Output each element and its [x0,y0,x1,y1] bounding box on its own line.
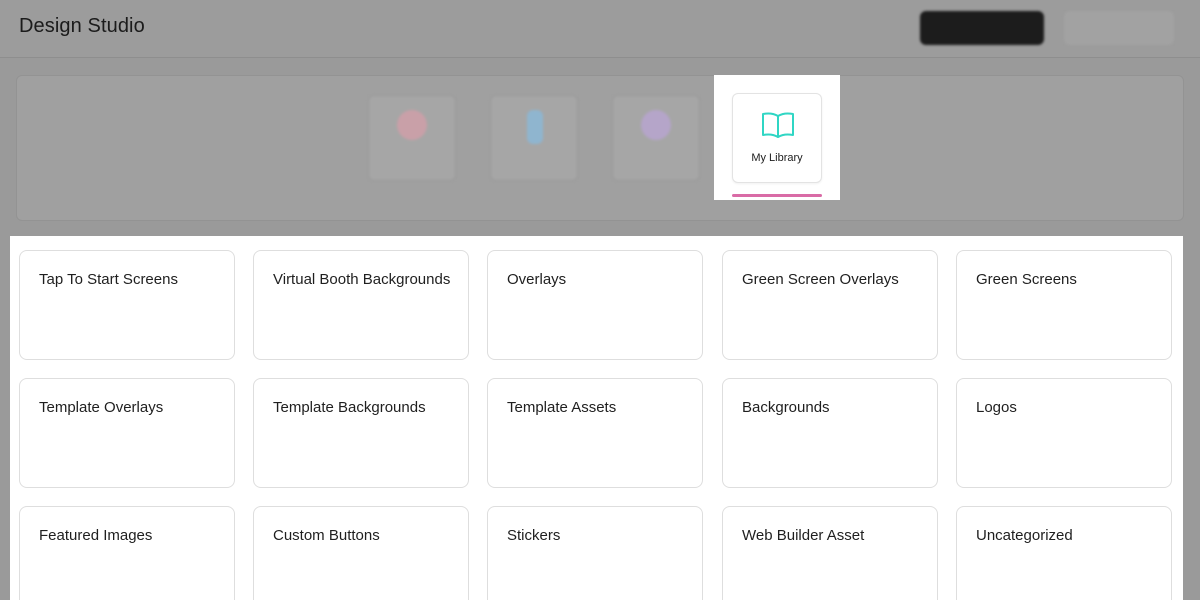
bottle-icon [527,110,543,144]
category-label: Backgrounds [742,399,830,416]
category-template-assets[interactable]: Template Assets [487,378,703,488]
category-backgrounds[interactable]: Backgrounds [722,378,938,488]
category-stickers[interactable]: Stickers [487,506,703,600]
category-green-screen-overlays[interactable]: Green Screen Overlays [722,250,938,360]
category-logos[interactable]: Logos [956,378,1172,488]
header-secondary-button[interactable] [1064,11,1174,45]
category-green-screens[interactable]: Green Screens [956,250,1172,360]
category-web-builder-asset[interactable]: Web Builder Asset [722,506,938,600]
app-title: Design Studio [19,15,145,37]
category-template-backgrounds[interactable]: Template Backgrounds [253,378,469,488]
category-label: Overlays [507,271,567,288]
active-tab-indicator [732,194,822,197]
tab-stickers[interactable] [612,95,700,181]
category-label: Template Overlays [39,399,164,416]
category-label: Stickers [507,527,561,544]
asset-tabs-panel [16,75,1184,221]
category-virtual-booth-backgrounds[interactable]: Virtual Booth Backgrounds [253,250,469,360]
category-label: Web Builder Asset [742,527,865,544]
category-label: Custom Buttons [273,527,380,544]
image-icon [397,110,427,140]
tab-my-library[interactable]: My Library [732,93,822,183]
category-overlays[interactable]: Overlays [487,250,703,360]
category-featured-images[interactable]: Featured Images [19,506,235,600]
category-label: Green Screen Overlays [742,271,899,288]
category-label: Logos [976,399,1017,416]
category-label: Template Backgrounds [273,399,426,416]
app-header: Design Studio [0,0,1200,58]
category-template-overlays[interactable]: Template Overlays [19,378,235,488]
category-tap-to-start-screens[interactable]: Tap To Start Screens [19,250,235,360]
category-label: Virtual Booth Backgrounds [273,271,451,288]
category-grid: Tap To Start Screens Virtual Booth Backg… [10,236,1183,600]
category-uncategorized[interactable]: Uncategorized [956,506,1172,600]
tab-images[interactable] [368,95,456,181]
category-label: Uncategorized [976,527,1073,544]
category-label: Template Assets [507,399,617,416]
sticker-icon [641,110,671,140]
tab-my-library-highlight: My Library [714,75,840,200]
category-label: Green Screens [976,271,1077,288]
category-label: Featured Images [39,527,153,544]
category-custom-buttons[interactable]: Custom Buttons [253,506,469,600]
tab-bottles[interactable] [490,95,578,181]
header-primary-button[interactable] [920,11,1044,45]
book-open-icon [762,112,794,138]
category-label: Tap To Start Screens [39,271,178,288]
tab-my-library-label: My Library [751,152,803,164]
